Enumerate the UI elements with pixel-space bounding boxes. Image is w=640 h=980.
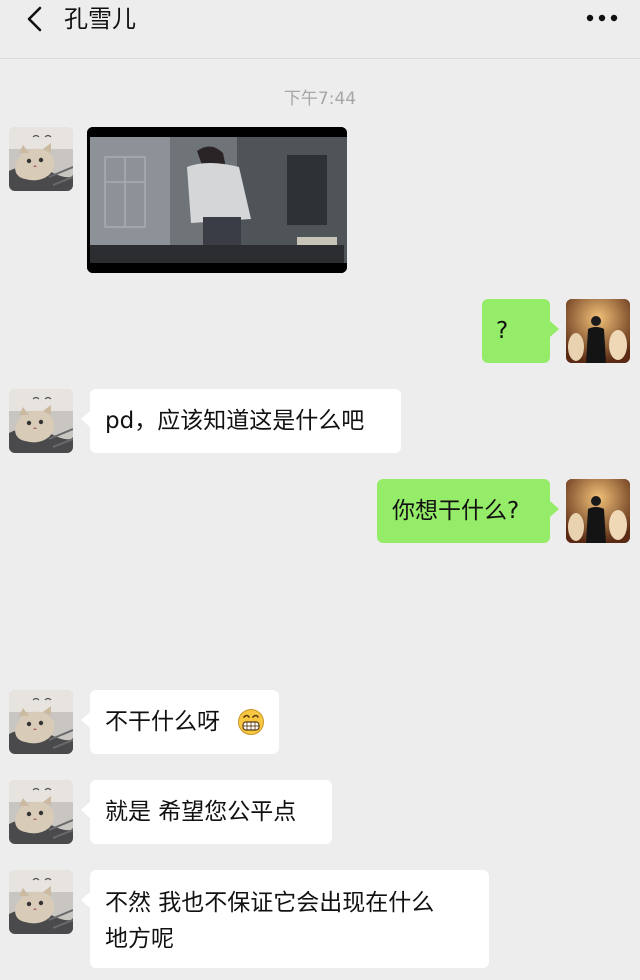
chat-title: 孔雪儿 (64, 5, 136, 33)
message-text-line: 地方呢 (105, 926, 174, 952)
message-text: 不干什么呀 (105, 709, 220, 735)
contact-avatar[interactable] (9, 127, 73, 191)
contact-avatar[interactable] (9, 870, 73, 934)
incoming-message[interactable]: 不干什么呀 (81, 690, 279, 754)
more-dots-icon[interactable] (584, 10, 620, 26)
video-message[interactable] (87, 127, 347, 273)
incoming-message[interactable]: 不然 我也不保证它会出现在什么 地方呢 (81, 870, 489, 968)
message-text: 你想干什么? (392, 498, 520, 524)
incoming-message[interactable]: pd，应该知道这是什么吧 (81, 389, 401, 453)
my-avatar[interactable] (566, 479, 630, 543)
message-text: pd，应该知道这是什么吧 (105, 408, 365, 434)
grin-emoji-icon (238, 709, 264, 735)
message-text: 就是 希望您公平点 (105, 799, 297, 825)
outgoing-message[interactable]: ? (482, 299, 559, 363)
message-timestamp: 下午7:44 (283, 89, 357, 109)
chat-header: 孔雪儿 (0, 0, 640, 59)
message-text-line: 不然 我也不保证它会出现在什么 (105, 890, 435, 916)
outgoing-message[interactable]: 你想干什么? (377, 479, 559, 543)
my-avatar[interactable] (566, 299, 630, 363)
message-text: ? (496, 318, 509, 344)
video-thumbnail (87, 127, 347, 273)
contact-avatar[interactable] (9, 389, 73, 453)
contact-avatar[interactable] (9, 780, 73, 844)
incoming-message[interactable]: 就是 希望您公平点 (81, 780, 332, 844)
chevron-left-icon[interactable] (22, 5, 50, 33)
contact-avatar[interactable] (9, 690, 73, 754)
